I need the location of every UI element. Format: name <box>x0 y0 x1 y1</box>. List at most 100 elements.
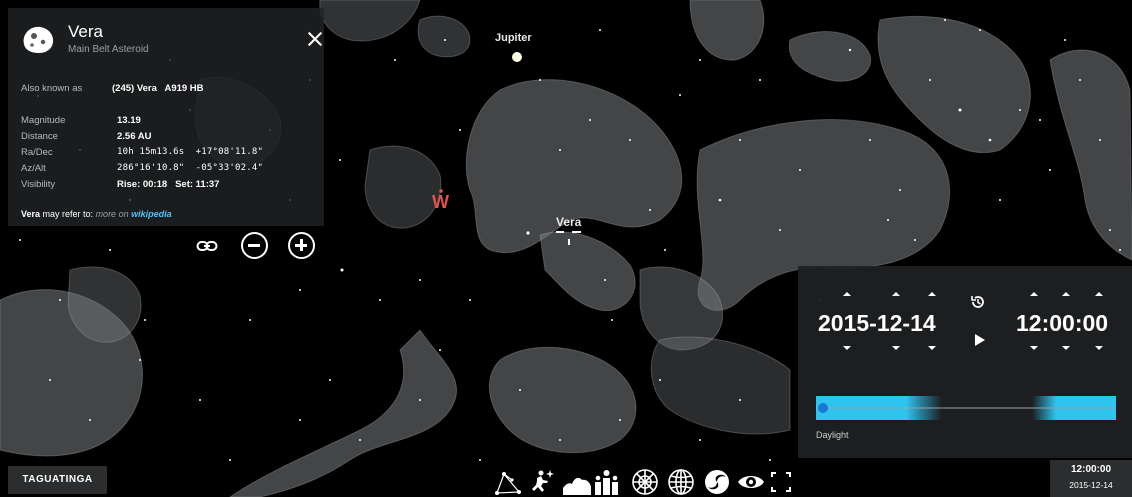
date-display[interactable]: 2015-12-14 <box>818 310 936 337</box>
constellation-art-icon[interactable] <box>528 468 558 496</box>
star <box>1039 119 1041 121</box>
jupiter-label[interactable]: Jupiter <box>495 32 532 44</box>
row-value: 10h 15m13.6s +17°08'11.8" <box>117 147 264 157</box>
ra-dec-row: Ra/Dec 10h 15m13.6s +17°08'11.8" <box>21 147 321 163</box>
star <box>339 159 341 161</box>
star <box>379 299 381 301</box>
wikipedia-reference: Vera may refer to: more on wikipedia <box>21 209 172 219</box>
star <box>299 419 301 421</box>
refer-more: more on <box>95 209 129 219</box>
star <box>589 119 591 121</box>
vera-label[interactable]: Vera <box>556 215 581 229</box>
star <box>49 379 51 381</box>
object-name: Vera <box>68 22 103 41</box>
year-down-arrow[interactable] <box>843 346 851 350</box>
star <box>699 439 701 441</box>
star <box>229 459 231 461</box>
second-down-arrow[interactable] <box>1095 346 1103 350</box>
star <box>419 399 421 401</box>
reset-time-icon[interactable] <box>970 294 986 310</box>
star <box>699 59 701 61</box>
star <box>914 239 916 241</box>
object-data-table: Magnitude 13.19 Distance 2.56 AU Ra/Dec … <box>21 115 321 195</box>
star <box>299 289 301 291</box>
month-up-arrow[interactable] <box>892 292 900 296</box>
star <box>1079 79 1081 81</box>
also-known-as-value: (245) Vera A919 HB <box>112 83 204 94</box>
row-value: 286°16'10.8" -05°33'02.4" <box>117 163 264 173</box>
azimuthal-grid-icon[interactable] <box>630 468 660 496</box>
zoom-in-icon[interactable] <box>288 232 315 259</box>
landscape-icon[interactable] <box>562 468 592 496</box>
object-info-panel: Vera Main Belt Asteroid Also known as (2… <box>8 8 324 226</box>
star <box>629 139 631 141</box>
month-down-arrow[interactable] <box>892 346 900 350</box>
star <box>359 439 361 441</box>
daylight-slider[interactable] <box>816 396 1116 420</box>
star <box>958 108 962 112</box>
fullscreen-icon[interactable] <box>770 468 792 496</box>
refer-name: Vera <box>21 209 41 219</box>
star <box>769 459 771 461</box>
hour-down-arrow[interactable] <box>1030 346 1038 350</box>
atmosphere-icon[interactable] <box>594 468 624 496</box>
star <box>519 389 521 391</box>
play-icon[interactable] <box>975 334 985 346</box>
row-label: Az/Alt <box>21 163 46 174</box>
star <box>559 439 561 441</box>
visibility-row: Visibility Rise: 00:18 Set: 11:37 <box>21 179 321 195</box>
constellation-lines-icon[interactable] <box>494 468 524 496</box>
wikipedia-link[interactable]: wikipedia <box>131 209 172 219</box>
object-type: Main Belt Asteroid <box>68 44 149 55</box>
star <box>89 419 91 421</box>
row-label: Distance <box>21 131 58 142</box>
equatorial-grid-icon[interactable] <box>666 468 696 496</box>
minute-up-arrow[interactable] <box>1062 292 1070 296</box>
hour-up-arrow[interactable] <box>1030 292 1038 296</box>
star <box>1119 249 1121 251</box>
time-panel: 2015-12-14 12:00:00 Daylight <box>798 266 1132 458</box>
jupiter-marker[interactable] <box>512 52 522 62</box>
star <box>679 94 681 96</box>
star <box>899 189 901 191</box>
link-icon[interactable] <box>196 238 218 254</box>
star <box>604 279 606 281</box>
star <box>799 169 801 171</box>
year-up-arrow[interactable] <box>843 292 851 296</box>
star <box>1109 229 1111 231</box>
close-icon[interactable] <box>306 30 324 48</box>
zoom-out-icon[interactable] <box>241 232 268 259</box>
minute-down-arrow[interactable] <box>1062 346 1070 350</box>
row-label: Magnitude <box>21 115 66 126</box>
day-down-arrow[interactable] <box>928 346 936 350</box>
star <box>999 199 1001 201</box>
star <box>329 379 331 381</box>
time-display[interactable]: 12:00:00 <box>1016 310 1108 337</box>
clock-button[interactable]: 12:00:00 2015-12-14 <box>1050 460 1132 497</box>
star <box>869 139 871 141</box>
night-mode-icon[interactable] <box>736 468 766 496</box>
nebulae-icon[interactable] <box>702 468 732 496</box>
daylight-slider-knob[interactable] <box>818 403 828 413</box>
row-label: Ra/Dec <box>21 147 53 158</box>
star <box>848 48 852 52</box>
star <box>139 359 141 361</box>
location-button[interactable]: TAGUATINGA <box>8 466 107 494</box>
second-up-arrow[interactable] <box>1095 292 1103 296</box>
star <box>539 79 541 81</box>
star <box>559 149 561 151</box>
asteroid-icon <box>23 26 54 53</box>
star <box>979 29 981 31</box>
star <box>929 79 931 81</box>
also-known-as-label: Also known as <box>21 83 83 94</box>
star <box>479 459 481 461</box>
star <box>759 79 761 81</box>
star <box>19 239 21 241</box>
star <box>1099 139 1101 141</box>
star <box>469 299 471 301</box>
daylight-label: Daylight <box>816 430 849 440</box>
star <box>340 268 344 272</box>
day-up-arrow[interactable] <box>928 292 936 296</box>
row-value: 2.56 AU <box>117 131 152 142</box>
star <box>887 219 889 221</box>
